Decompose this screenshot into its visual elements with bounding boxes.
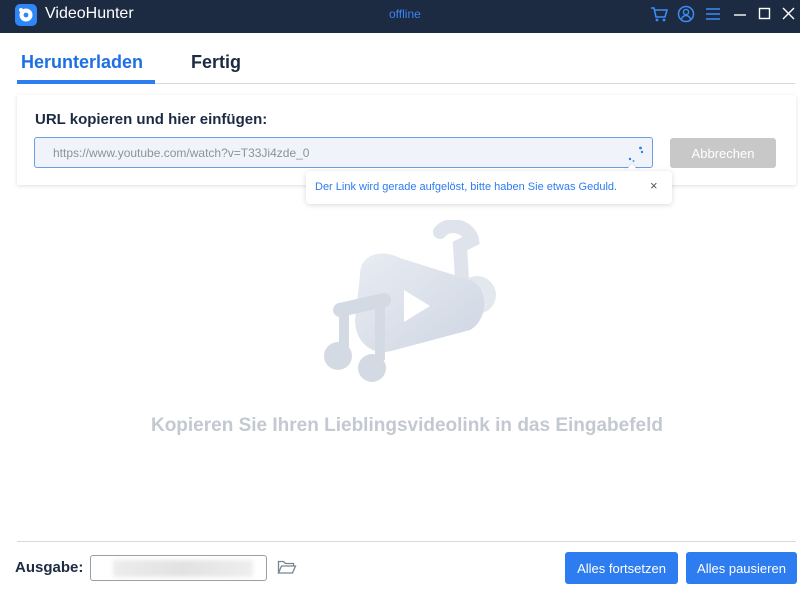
loading-spinner-icon xyxy=(628,146,644,162)
cart-icon[interactable] xyxy=(650,5,668,23)
tab-herunterladen[interactable]: Herunterladen xyxy=(21,52,143,73)
output-path-redacted xyxy=(113,560,253,577)
active-tab-indicator xyxy=(17,80,155,84)
app-logo-icon xyxy=(15,4,37,26)
video-music-illustration-icon xyxy=(324,220,496,382)
tooltip-message: Der Link wird gerade aufgelöst, bitte ha… xyxy=(315,181,618,193)
output-label: Ausgabe: xyxy=(15,559,84,576)
close-icon[interactable] xyxy=(780,5,798,23)
menu-icon[interactable] xyxy=(704,5,722,23)
cancel-button[interactable]: Abbrechen xyxy=(670,138,776,168)
minimize-icon[interactable] xyxy=(731,5,749,23)
maximize-icon[interactable] xyxy=(756,5,774,23)
user-icon[interactable] xyxy=(677,5,695,23)
tab-fertig[interactable]: Fertig xyxy=(191,52,241,73)
footer-divider xyxy=(17,541,796,542)
tooltip-close-icon[interactable]: × xyxy=(650,178,658,193)
title-bar: VideoHunter offline xyxy=(0,0,800,33)
folder-icon[interactable] xyxy=(277,558,297,576)
resume-all-button[interactable]: Alles fortsetzen xyxy=(565,552,678,584)
url-label: URL kopieren und hier einfügen: xyxy=(35,111,268,128)
connection-status: offline xyxy=(389,7,421,21)
empty-state-message: Kopieren Sie Ihren Lieblingsvideolink in… xyxy=(150,415,664,436)
parsing-tooltip: Der Link wird gerade aufgelöst, bitte ha… xyxy=(306,171,672,204)
pause-all-button[interactable]: Alles pausieren xyxy=(686,552,797,584)
url-input[interactable] xyxy=(34,137,653,168)
app-title: VideoHunter xyxy=(45,5,134,22)
output-path-field[interactable] xyxy=(90,555,267,581)
